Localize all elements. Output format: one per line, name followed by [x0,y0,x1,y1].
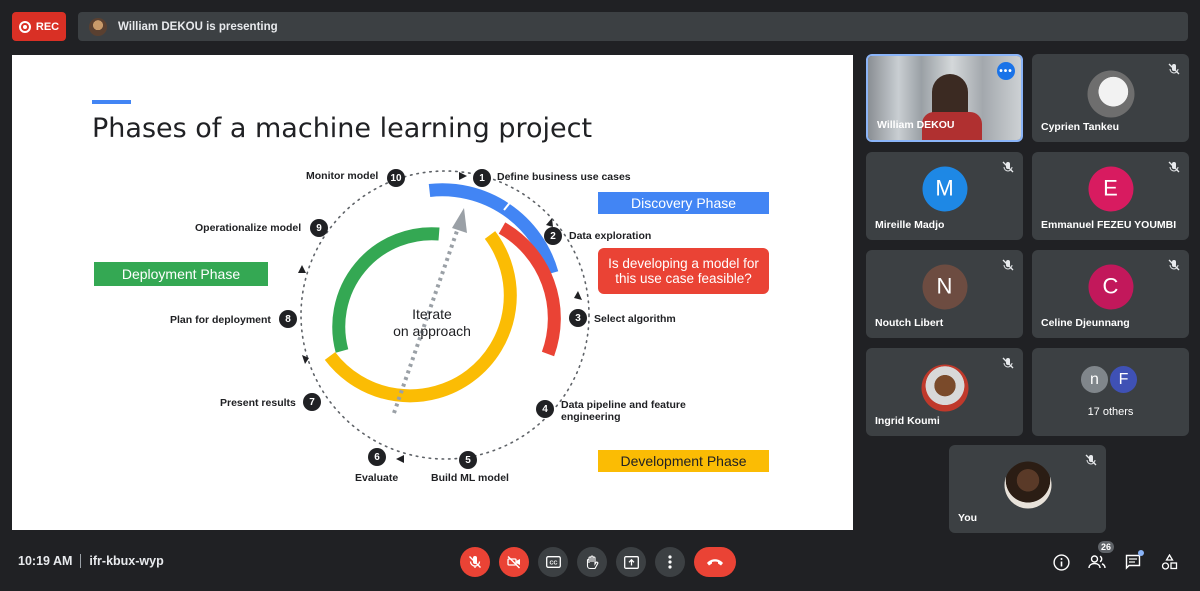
step-9-label: Operationalize model [195,222,302,234]
step-6-label: Evaluate [355,472,399,484]
people-icon [1088,555,1106,569]
step-1-number: 1 [473,169,491,187]
hand-icon [586,554,599,569]
others-count: 17 others [1087,406,1134,418]
more-options-icon[interactable]: ••• [997,62,1015,80]
mic-off-icon [1168,259,1180,271]
iterate-line-2: on approach [393,323,471,339]
more-vertical-icon [668,555,672,569]
present-screen-icon [623,555,639,569]
others-tile[interactable]: n F 17 others [1032,348,1189,436]
present-now-button[interactable] [616,547,646,577]
info-icon [1052,553,1070,571]
participant-avatar: M [922,166,967,212]
participant-tile-emmanuel[interactable]: E Emmanuel FEZEU YOUMBI [1032,152,1189,240]
participant-name: Emmanuel FEZEU YOUMBI [1041,219,1177,231]
iterate-text: Iterate on approach [382,306,482,340]
activities-icon [1161,553,1177,570]
current-time: 10:19 AM [18,554,73,568]
participant-name: Ingrid Koumi [875,415,940,427]
meeting-details-button[interactable] [1050,551,1072,573]
participant-avatar: E [1088,166,1133,212]
mic-off-icon [1002,357,1014,369]
step-5-label: Build ML model [431,472,509,484]
participant-photo [1087,70,1134,118]
mic-off-icon [469,556,481,568]
presenter-avatar [89,17,107,36]
raise-hand-button[interactable] [577,547,607,577]
chat-icon [1125,554,1141,570]
step-8-label: Plan for deployment [170,314,271,326]
deployment-phase-label: Deployment Phase [94,262,268,286]
step-10-number: 10 [387,169,405,187]
mic-toggle-button[interactable] [460,547,490,577]
meeting-code: ifr-kbux-wyp [89,554,164,568]
participant-name: Cyprien Tankeu [1041,121,1119,133]
divider [80,554,82,568]
chat-notification-dot [1138,550,1144,556]
meeting-info: 10:19 AM ifr-kbux-wyp [18,554,164,568]
step-9-number: 9 [310,219,328,237]
svg-text:CC: CC [549,560,557,566]
participant-tile-celine[interactable]: C Celine Djeunnang [1032,250,1189,338]
participant-tile-william[interactable]: ••• William DEKOU [866,54,1023,142]
feasibility-callout: Is developing a model for this use case … [598,248,769,294]
mic-off-icon [1085,454,1097,466]
record-icon [18,20,31,33]
mic-off-icon [1168,63,1180,75]
activities-button[interactable] [1158,551,1180,573]
recording-indicator[interactable]: REC [12,12,66,41]
participant-tile-noutch[interactable]: N Noutch Libert [866,250,1023,338]
step-7-number: 7 [303,393,321,411]
participant-tile-ingrid[interactable]: Ingrid Koumi [866,348,1023,436]
rec-label: REC [35,20,60,33]
step-2-number: 2 [544,227,562,245]
captions-button[interactable]: CC [538,547,568,577]
iterate-line-1: Iterate [412,306,452,322]
others-avatar-1: n [1079,364,1110,395]
mic-off-icon [1002,259,1014,271]
step-3-label: Select algorithm [594,313,676,325]
step-3-number: 3 [569,309,587,327]
participant-avatar: C [1088,264,1133,310]
participant-photo [1004,461,1051,509]
camera-toggle-button[interactable] [499,547,529,577]
step-4-label: Data pipeline and feature engineering [561,399,686,423]
step-10-label: Monitor model [306,170,379,182]
participant-name: Celine Djeunnang [1041,317,1130,329]
closed-captions-icon: CC [545,556,561,568]
development-phase-label: Development Phase [598,450,769,472]
presentation-slide: Phases of a machine learning project Dis… [12,55,853,530]
others-avatar-2: F [1108,364,1139,395]
mic-off-icon [1002,161,1014,173]
step-6-number: 6 [368,448,386,466]
participant-avatar: N [922,264,967,310]
people-button[interactable] [1086,551,1108,573]
self-tile[interactable]: You [949,445,1106,533]
step-5-number: 5 [459,451,477,469]
mic-off-icon [1168,161,1180,173]
people-count-badge: 26 [1098,541,1115,553]
camera-off-icon [507,556,520,569]
participant-name: William DEKOU [877,119,955,131]
participant-tile-cyprien[interactable]: Cyprien Tankeu [1032,54,1189,142]
hang-up-icon [707,559,723,566]
step-7-label: Present results [220,397,296,409]
participant-name: Mireille Madjo [875,219,945,231]
presenting-text: William DEKOU is presenting [118,20,278,33]
step-2-label: Data exploration [569,230,652,242]
step-1-label: Define business use cases [497,171,631,183]
presenting-banner[interactable]: William DEKOU is presenting [78,12,1188,41]
step-4-number: 4 [536,400,554,418]
participant-photo [921,364,968,412]
step-8-number: 8 [279,310,297,328]
discovery-phase-label: Discovery Phase [598,192,769,214]
participant-tile-mireille[interactable]: M Mireille Madjo [866,152,1023,240]
participant-name: You [958,512,978,524]
participant-name: Noutch Libert [875,317,944,329]
more-options-button[interactable] [655,547,685,577]
leave-call-button[interactable] [694,547,736,577]
